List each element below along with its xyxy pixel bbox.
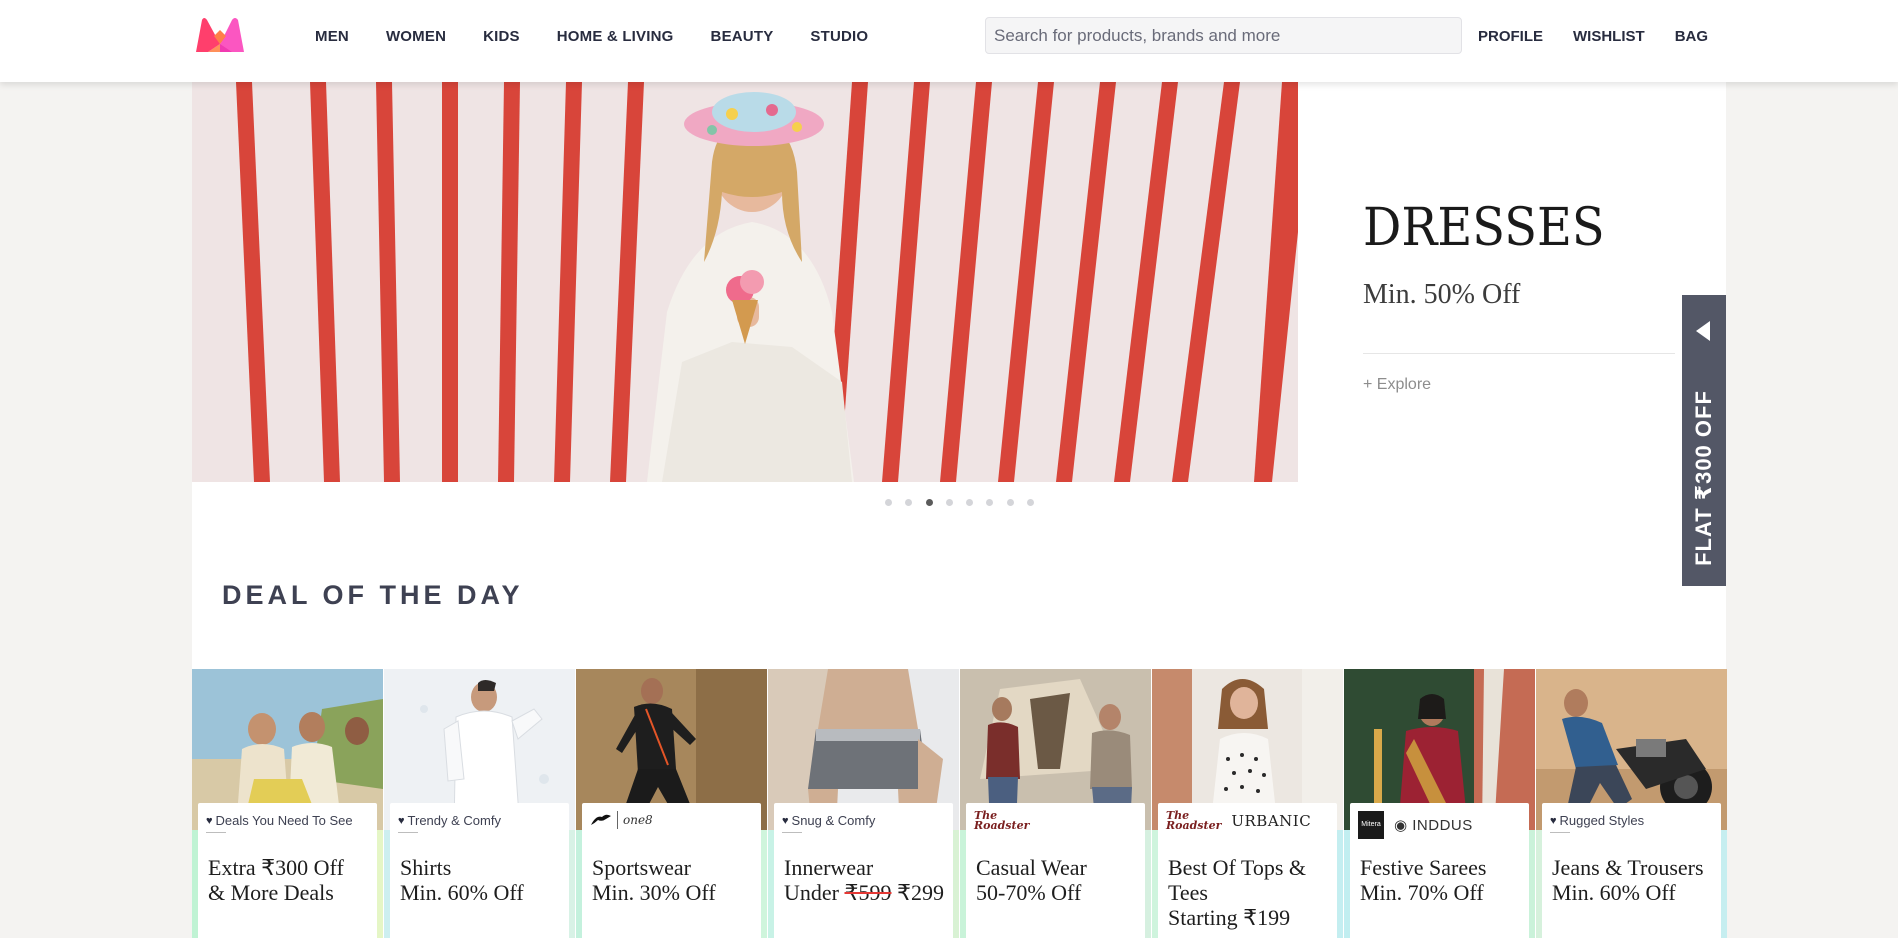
main-nav: MEN WOMEN KIDS HOME & LIVING BEAUTY STUD… [315,0,868,72]
banner-text: DRESSES Min. 50% Off + Explore [1363,82,1693,482]
carousel-dot[interactable] [885,499,892,506]
header: MEN WOMEN KIDS HOME & LIVING BEAUTY STUD… [0,0,1898,82]
heart-icon: ♥ [782,814,789,827]
deal-card[interactable]: The Roadster URBANIC Best Of Tops & Tees S… [1152,669,1343,938]
explore-link[interactable]: + Explore [1363,376,1431,394]
deal-card[interactable]: ♥ Trendy & Comfy Shirts Min. 60% Off [384,669,575,938]
deal-card[interactable]: The Roadster Casual Wear 50-70% Off [960,669,1151,938]
deal-card-body: ♥ Trendy & Comfy Shirts Min. 60% Off [390,803,569,938]
deal-title: Jeans & Trousers Min. 60% Off [1552,855,1704,905]
carousel-dot[interactable] [945,499,953,506]
flat-off-coupon-tab[interactable]: FLAT ₹300 OFF [1682,295,1726,586]
search-input[interactable] [985,17,1462,54]
nav-studio[interactable]: STUDIO [810,28,868,45]
chevron-left-icon [1696,321,1710,341]
brand-logos: The Roadster URBANIC [1166,809,1312,832]
coupon-label: FLAT ₹300 OFF [1691,390,1716,566]
deal-title: Casual Wear 50-70% Off [976,855,1087,905]
nav-men[interactable]: MEN [315,28,349,45]
brand-logos: The Roadster [974,809,1030,832]
nav-women[interactable]: WOMEN [386,28,446,45]
deals-row: ♥ Deals You Need To See Extra ₹300 Off & M… [192,669,1727,938]
tag-underline [398,832,418,833]
myntra-logo[interactable] [192,16,248,56]
banner-divider [1363,353,1675,354]
nav-beauty[interactable]: BEAUTY [711,28,774,45]
deal-tag: ♥ Deals You Need To See [206,813,353,828]
deal-tag: ♥ Snug & Comfy [782,813,876,828]
bag-link[interactable]: BAG [1675,28,1708,45]
deal-card[interactable]: one8 Sportswear Min. 30% Off [576,669,767,938]
carousel-dot[interactable] [966,499,974,506]
deal-card[interactable]: Mitera ◉ INDDUS Festive Sarees Min. 70% O… [1344,669,1535,938]
carousel-dot-active[interactable] [925,499,933,506]
deal-card-body: ♥ Snug & Comfy Innerwear Under ₹599 ₹299 [774,803,953,938]
heart-icon: ♥ [206,814,213,827]
header-actions: PROFILE WISHLIST BAG [1478,0,1708,72]
deal-card-body: one8 Sportswear Min. 30% Off [582,803,761,938]
deal-of-the-day-title: DEAL OF THE DAY [222,580,524,610]
carousel-dot[interactable] [905,499,913,506]
deal-card-body: ♥ Rugged Styles Jeans & Trousers Min. 60% … [1542,803,1721,938]
deal-title: Extra ₹300 Off & More Deals [208,855,344,905]
inddus-logo: ◉ INDDUS [1394,817,1473,834]
deal-title: Sportswear Min. 30% Off [592,855,716,905]
deal-card-body: The Roadster Casual Wear 50-70% Off [966,803,1145,938]
main-content: DRESSES Min. 50% Off + Explore DEAL OF T… [192,82,1727,938]
heart-icon: ♥ [1550,814,1557,827]
profile-link[interactable]: PROFILE [1478,28,1543,45]
nav-home-living[interactable]: HOME & LIVING [557,28,674,45]
deal-tag: ♥ Trendy & Comfy [398,813,501,828]
carousel-dot[interactable] [1006,499,1014,506]
banner-image[interactable] [192,82,1298,482]
deal-tag: ♥ Rugged Styles [1550,813,1645,828]
roadster-logo: The Roadster [1166,809,1222,832]
nav-kids[interactable]: KIDS [483,28,520,45]
deal-card-body: The Roadster URBANIC Best Of Tops & Tees S… [1158,803,1337,938]
brand-divider [617,811,618,829]
brand-logos: Mitera ◉ INDDUS [1358,811,1473,839]
deal-title: Shirts Min. 60% Off [400,855,524,905]
banner-subtitle: Min. 50% Off [1363,279,1521,310]
carousel-dot[interactable] [986,499,994,506]
tag-underline [1550,832,1570,833]
carousel-dots [885,499,1047,506]
tag-underline [782,832,802,833]
deal-card[interactable]: ♥ Deals You Need To See Extra ₹300 Off & M… [192,669,383,938]
brand-logos: one8 [590,811,653,829]
deal-card-body: ♥ Deals You Need To See Extra ₹300 Off & M… [198,803,377,938]
deal-title: Innerwear Under ₹599 ₹299 [784,855,944,905]
deal-card[interactable]: ♥ Rugged Styles Jeans & Trousers Min. 60% … [1536,669,1727,938]
original-price: ₹599 [844,880,892,905]
mitera-logo: Mitera [1358,811,1384,839]
heart-icon: ♥ [398,814,405,827]
one8-logo: one8 [623,813,653,827]
deal-title: Festive Sarees Min. 70% Off [1360,855,1487,905]
banner-title: DRESSES [1363,198,1605,258]
deal-card-body: Mitera ◉ INDDUS Festive Sarees Min. 70% O… [1350,803,1529,938]
puma-icon [591,814,611,825]
urbanic-logo: URBANIC [1231,812,1312,830]
deal-card[interactable]: ♥ Snug & Comfy Innerwear Under ₹599 ₹299 [768,669,959,938]
deal-title: Best Of Tops & Tees Starting ₹199 [1168,855,1307,930]
roadster-logo: The Roadster [974,809,1030,832]
carousel-dot[interactable] [1027,499,1035,506]
tag-underline [206,832,226,833]
wishlist-link[interactable]: WISHLIST [1573,28,1645,45]
